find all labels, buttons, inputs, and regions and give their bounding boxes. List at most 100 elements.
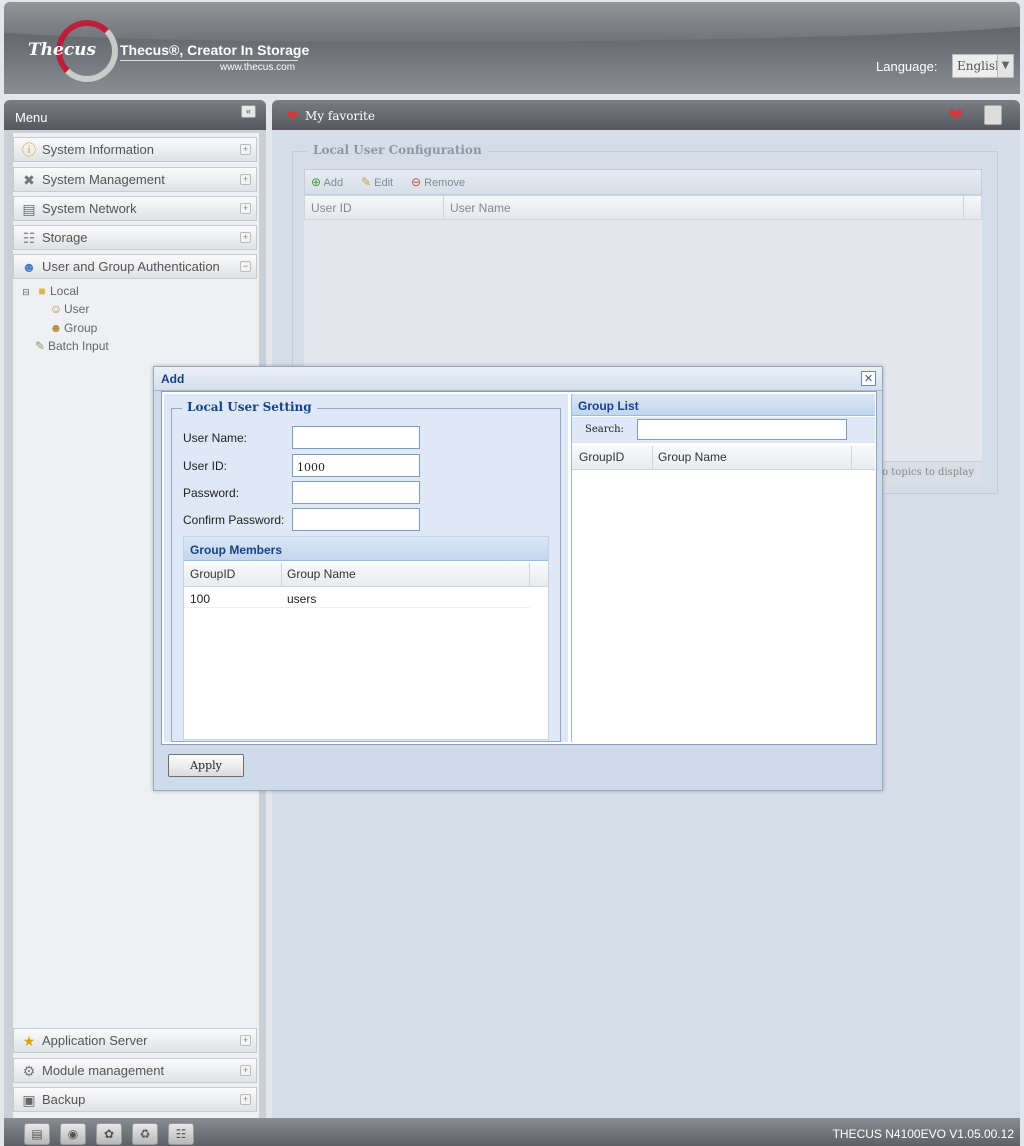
group-list-title: Group List bbox=[572, 394, 875, 416]
local-user-setting-fieldset: Local User Setting User Name: User ID: P… bbox=[171, 400, 561, 742]
favorite-label[interactable]: My favorite bbox=[305, 109, 375, 123]
expand-icon[interactable]: + bbox=[240, 144, 251, 155]
language-select[interactable]: English ▼ bbox=[952, 54, 1014, 78]
group-members-header: GroupID Group Name bbox=[184, 563, 548, 587]
empty-message: No topics to display bbox=[873, 467, 974, 478]
menu-item-application-server[interactable]: ★ Application Server + bbox=[13, 1028, 257, 1053]
remove-icon: ⊖ bbox=[411, 175, 422, 189]
menu-item-system-information[interactable]: ⓘ System Information + bbox=[13, 137, 257, 162]
password-input[interactable] bbox=[292, 481, 420, 504]
close-icon[interactable]: ✕ bbox=[861, 371, 876, 386]
logo-text: Thecus bbox=[28, 40, 97, 60]
group-icon: ☻ bbox=[49, 321, 63, 335]
users-icon: ☻ bbox=[21, 259, 37, 275]
hdd-icon[interactable]: ◉ bbox=[60, 1123, 86, 1145]
favorite-bar: ❤ My favorite ❤ bbox=[272, 100, 1020, 130]
menu-item-user-group-auth[interactable]: ☻ User and Group Authentication − bbox=[13, 254, 257, 279]
group-id-cell: 100 bbox=[190, 592, 211, 606]
site-url: www.thecus.com bbox=[220, 62, 296, 73]
column-user-id[interactable]: User ID bbox=[311, 201, 352, 215]
column-user-name[interactable]: User Name bbox=[450, 201, 511, 215]
group-search-bar: Search: bbox=[572, 417, 875, 443]
expand-icon[interactable]: + bbox=[240, 1035, 251, 1046]
confirm-password-label: Confirm Password: bbox=[183, 513, 285, 527]
dialog-title: Add bbox=[161, 372, 185, 386]
temperature-icon[interactable]: ♻ bbox=[132, 1123, 158, 1145]
tree-collapse-icon[interactable]: ⊟ bbox=[18, 287, 34, 298]
language-label: Language: bbox=[876, 59, 938, 74]
search-label: Search: bbox=[585, 424, 624, 435]
add-favorite-icon[interactable]: ❤ bbox=[948, 105, 970, 126]
column-group-id[interactable]: GroupID bbox=[579, 450, 624, 464]
fan-icon[interactable]: ✿ bbox=[96, 1123, 122, 1145]
column-group-id[interactable]: GroupID bbox=[190, 567, 235, 581]
apply-button[interactable]: Apply bbox=[168, 754, 244, 777]
info-icon: ⓘ bbox=[22, 142, 36, 158]
status-bar: ▤ ◉ ✿ ♻ ☷ THECUS N4100EVO V1.05.00.12 bbox=[4, 1118, 1020, 1146]
expand-icon[interactable]: + bbox=[240, 1065, 251, 1076]
plus-icon: ⊕ bbox=[311, 175, 322, 189]
confirm-password-input[interactable] bbox=[292, 508, 420, 531]
add-button[interactable]: ⊕ Add bbox=[311, 175, 343, 189]
menu-item-storage[interactable]: ☷ Storage + bbox=[13, 225, 257, 250]
app-header: Thecus Thecus®, Creator In Storage www.t… bbox=[4, 2, 1020, 94]
batch-input-icon: ✎ bbox=[34, 339, 46, 353]
heart-icon: ❤ bbox=[286, 107, 299, 125]
tree-node-batch-input[interactable]: ✎ Batch Input bbox=[32, 339, 109, 353]
network-icon: ▤ bbox=[22, 201, 36, 217]
user-id-input[interactable] bbox=[292, 454, 420, 477]
user-grid-header: User ID User Name bbox=[304, 195, 982, 220]
expand-icon[interactable]: + bbox=[240, 1094, 251, 1105]
local-user-setting-panel: Local User Setting User Name: User ID: P… bbox=[164, 394, 568, 742]
group-members-panel: Group Members GroupID Group Name 100 use… bbox=[183, 536, 549, 740]
module-icon: ⚙ bbox=[22, 1063, 36, 1079]
user-name-input[interactable] bbox=[292, 426, 420, 449]
group-name-cell: users bbox=[287, 592, 317, 606]
expand-icon[interactable]: + bbox=[240, 174, 251, 185]
group-members-title: Group Members bbox=[184, 537, 548, 561]
group-list-panel: Group List Search: GroupID Group Name bbox=[571, 394, 875, 742]
folder-icon: ■ bbox=[38, 284, 46, 298]
thecus-logo: Thecus bbox=[28, 20, 118, 82]
table-row[interactable]: 100 users bbox=[184, 588, 530, 608]
edit-icon: ✎ bbox=[361, 175, 372, 189]
menu-item-backup[interactable]: ▣ Backup + bbox=[13, 1087, 257, 1112]
menu-item-system-network[interactable]: ▤ System Network + bbox=[13, 196, 257, 221]
expand-icon[interactable]: + bbox=[240, 203, 251, 214]
column-group-name[interactable]: Group Name bbox=[287, 567, 356, 581]
network-status-icon[interactable]: ☷ bbox=[168, 1123, 194, 1145]
tree-node-group[interactable]: ☻ Group bbox=[48, 321, 98, 335]
menu-item-system-management[interactable]: ✖ System Management + bbox=[13, 167, 257, 192]
storage-icon: ☷ bbox=[22, 230, 36, 246]
menu-title: Menu bbox=[15, 110, 48, 125]
app-server-icon: ★ bbox=[22, 1033, 36, 1049]
dialog-titlebar[interactable]: Add ✕ bbox=[154, 367, 882, 391]
expand-icon[interactable]: + bbox=[240, 232, 251, 243]
user-toolbar: ⊕ Add ✎ Edit ⊖ Remove bbox=[304, 169, 982, 195]
add-user-dialog: Add ✕ Local User Setting User Name: User… bbox=[153, 366, 883, 791]
password-label: Password: bbox=[183, 486, 240, 500]
section-title: Local User Configuration bbox=[307, 143, 488, 157]
user-name-label: User Name: bbox=[183, 431, 248, 445]
tagline: Thecus®, Creator In Storage bbox=[120, 42, 310, 58]
column-group-name[interactable]: Group Name bbox=[658, 450, 727, 464]
firmware-version: THECUS N4100EVO V1.05.00.12 bbox=[832, 1127, 1014, 1141]
menu-item-module-management[interactable]: ⚙ Module management + bbox=[13, 1058, 257, 1083]
remove-button[interactable]: ⊖ Remove bbox=[411, 175, 465, 189]
tree-node-user[interactable]: ☺ User bbox=[48, 302, 89, 316]
double-chevron-left-icon[interactable]: « bbox=[241, 105, 256, 118]
group-search-input[interactable] bbox=[637, 419, 847, 440]
dialog-body: Local User Setting User Name: User ID: P… bbox=[161, 391, 877, 745]
backup-icon: ▣ bbox=[22, 1092, 36, 1108]
tools-icon: ✖ bbox=[23, 172, 35, 188]
disk-status-icon[interactable]: ▤ bbox=[24, 1123, 50, 1145]
fieldset-title: Local User Setting bbox=[182, 400, 317, 414]
collapse-icon[interactable]: − bbox=[240, 261, 251, 272]
user-icon: ☺ bbox=[49, 302, 63, 316]
logout-icon[interactable] bbox=[984, 105, 1002, 125]
language-value: English bbox=[957, 59, 1003, 73]
chevron-down-icon[interactable]: ▼ bbox=[997, 55, 1013, 77]
menu-header: Menu « bbox=[4, 100, 266, 130]
edit-button[interactable]: ✎ Edit bbox=[361, 175, 393, 189]
tree-node-local[interactable]: ⊟ ■ Local bbox=[18, 284, 78, 298]
